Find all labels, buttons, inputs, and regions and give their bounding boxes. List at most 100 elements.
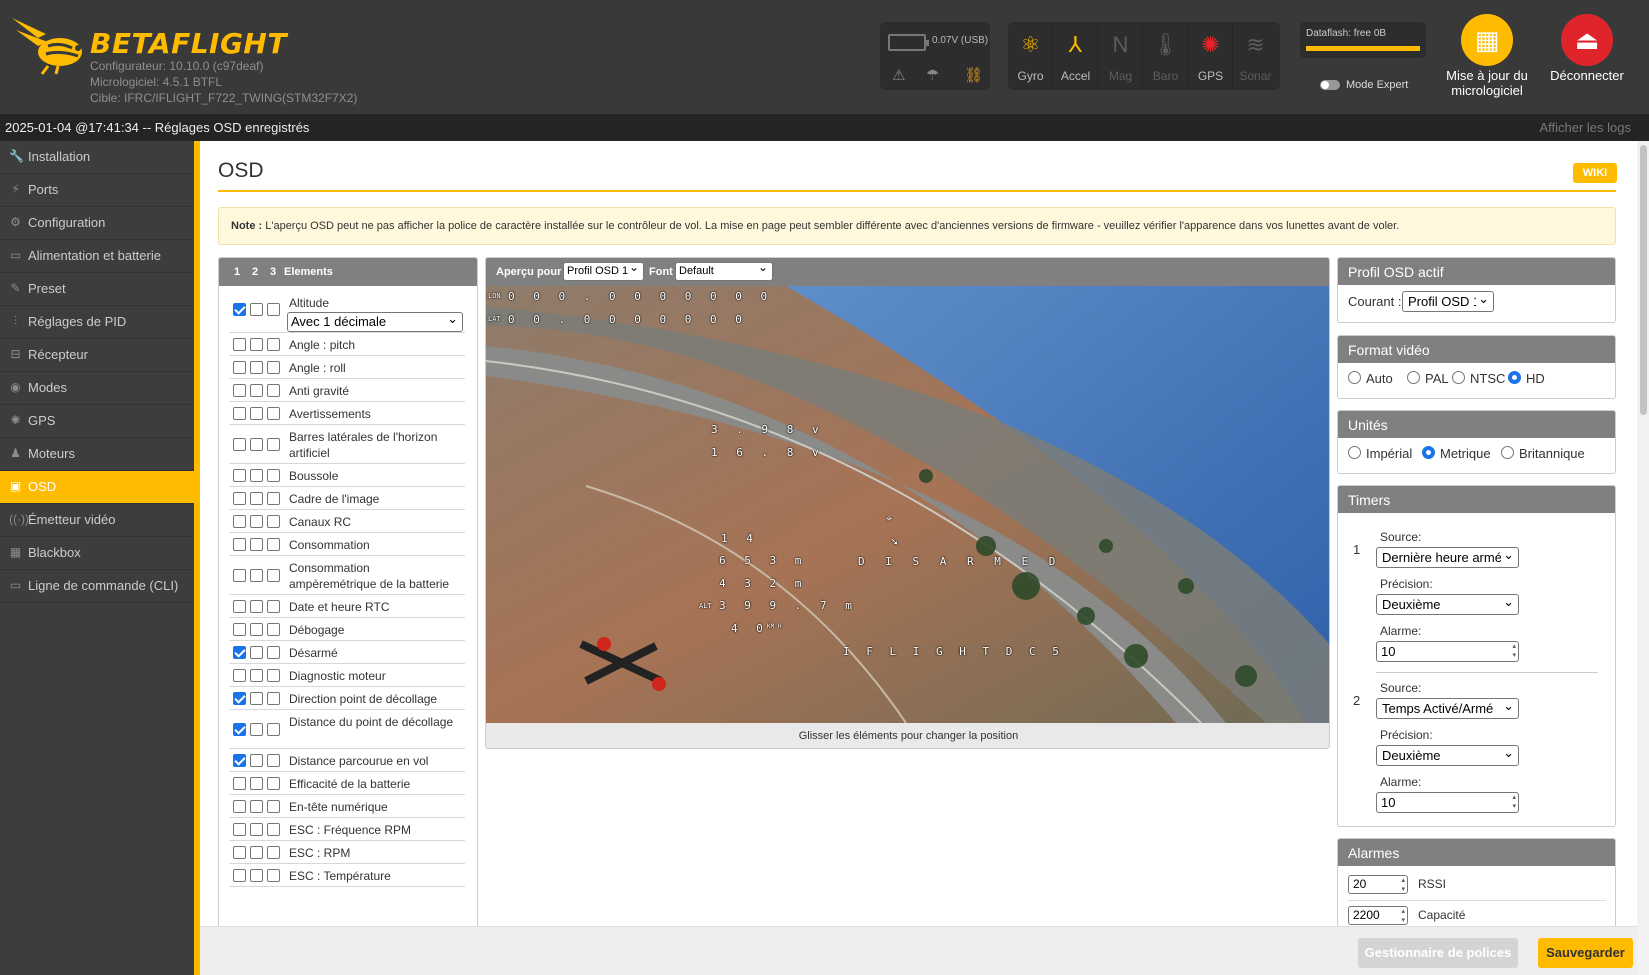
preview-profile-select[interactable]: Profil OSD 1 — [563, 259, 644, 281]
profile-2-checkbox[interactable] — [250, 361, 263, 374]
profile-1-checkbox[interactable] — [233, 384, 246, 397]
osd-crosshair-icon[interactable]: ⌖ — [886, 512, 892, 526]
profile-3-checkbox[interactable] — [267, 492, 280, 505]
firmware-flash-label[interactable]: Mise à jour du micrologiciel — [1432, 68, 1542, 98]
units-british-radio[interactable] — [1501, 446, 1514, 459]
video-format-auto-radio[interactable] — [1348, 371, 1361, 384]
profile-1-checkbox[interactable] — [233, 515, 246, 528]
font-manager-button[interactable]: Gestionnaire de polices — [1358, 938, 1518, 968]
profile-1-checkbox[interactable] — [233, 846, 246, 859]
sidebar-item-vtx[interactable]: ((·)) Émetteur vidéo — [0, 504, 196, 537]
profile-1-checkbox[interactable] — [233, 669, 246, 682]
current-profile-select[interactable]: Profil OSD 1 — [1402, 291, 1494, 312]
timer-1-source-select[interactable]: Dernière heure armée — [1376, 547, 1519, 568]
profile-1-checkbox[interactable] — [233, 361, 246, 374]
content-scrollbar-thumb[interactable] — [1640, 145, 1647, 415]
sidebar-item-pid[interactable]: ⫶ Réglages de PID — [0, 306, 196, 339]
profile-2-checkbox[interactable] — [250, 754, 263, 767]
profile-3-checkbox[interactable] — [267, 692, 280, 705]
profile-2-checkbox[interactable] — [250, 600, 263, 613]
profile-1-checkbox[interactable] — [233, 777, 246, 790]
profile-2-checkbox[interactable] — [250, 384, 263, 397]
profile-3-checkbox[interactable] — [267, 623, 280, 636]
profile-1-checkbox[interactable] — [233, 623, 246, 636]
osd-gps-sats[interactable]: 1 4 — [721, 532, 759, 545]
alarm-capacity-input[interactable]: 2200 — [1348, 906, 1408, 925]
timer-2-source-select[interactable]: Temps Activé/Armé — [1376, 698, 1519, 719]
profile-1-checkbox[interactable] — [233, 338, 246, 351]
profile-2-checkbox[interactable] — [250, 869, 263, 882]
sidebar-item-modes[interactable]: ◉ Modes — [0, 372, 196, 405]
profile-2-checkbox[interactable] — [250, 538, 263, 551]
osd-altitude[interactable]: 3 9 9 . 7 m — [719, 599, 858, 612]
timer-2-precision-select[interactable]: Deuxième — [1376, 745, 1519, 766]
sidebar-item-osd[interactable]: ▣ OSD — [0, 471, 196, 504]
sidebar-item-ports[interactable]: ⚡ Ports — [0, 174, 196, 207]
profile-2-checkbox[interactable] — [250, 723, 263, 736]
profile-1-checkbox[interactable] — [233, 600, 246, 613]
profile-2-checkbox[interactable] — [250, 469, 263, 482]
timer-1-precision-select[interactable]: Deuxième — [1376, 594, 1519, 615]
profile-3-checkbox[interactable] — [267, 754, 280, 767]
profile-2-checkbox[interactable] — [250, 777, 263, 790]
profile-2-checkbox[interactable] — [250, 303, 263, 316]
profile-1-checkbox[interactable] — [233, 823, 246, 836]
font-select[interactable]: Default — [675, 259, 773, 281]
osd-battery-voltage[interactable]: 1 6 . 8 v — [711, 446, 825, 459]
osd-speed[interactable]: 4 0 — [731, 622, 769, 635]
expert-mode-toggle[interactable] — [1320, 80, 1340, 90]
profile-3-checkbox[interactable] — [267, 777, 280, 790]
altitude-precision-select[interactable]: Avec 1 décimale — [287, 310, 463, 332]
sidebar-item-power[interactable]: ▭ Alimentation et batterie — [0, 240, 196, 273]
units-metric-radio[interactable] — [1422, 446, 1435, 459]
profile-2-checkbox[interactable] — [250, 692, 263, 705]
profile-1-checkbox[interactable] — [233, 538, 246, 551]
sidebar-item-preset[interactable]: ✎ Preset — [0, 273, 196, 306]
video-format-ntsc-radio[interactable] — [1452, 371, 1465, 384]
profile-3-checkbox[interactable] — [267, 723, 280, 736]
profile-3-checkbox[interactable] — [267, 303, 280, 316]
profile-2-checkbox[interactable] — [250, 338, 263, 351]
firmware-flash-button[interactable]: ▦ — [1461, 14, 1513, 66]
profile-3-checkbox[interactable] — [267, 338, 280, 351]
sidebar-item-installation[interactable]: 🔧 Installation — [0, 141, 196, 174]
profile-1-checkbox[interactable] — [233, 303, 246, 316]
sidebar-item-receiver[interactable]: ⊟ Récepteur — [0, 339, 196, 372]
osd-distance-flown[interactable]: 6 5 3 m — [719, 554, 807, 567]
osd-disarmed[interactable]: D I S A R M E D — [858, 555, 1062, 568]
profile-3-checkbox[interactable] — [267, 800, 280, 813]
profile-3-checkbox[interactable] — [267, 384, 280, 397]
profile-1-checkbox[interactable] — [233, 407, 246, 420]
profile-1-checkbox[interactable] — [233, 646, 246, 659]
video-format-pal-radio[interactable] — [1407, 371, 1420, 384]
profile-1-checkbox[interactable] — [233, 692, 246, 705]
sidebar-item-motors[interactable]: ♟ Moteurs — [0, 438, 196, 471]
profile-1-checkbox[interactable] — [233, 800, 246, 813]
profile-1-checkbox[interactable] — [233, 438, 246, 451]
sidebar-item-cli[interactable]: ▭ Ligne de commande (CLI) — [0, 570, 196, 603]
profile-2-checkbox[interactable] — [250, 438, 263, 451]
units-imperial-radio[interactable] — [1348, 446, 1361, 459]
profile-3-checkbox[interactable] — [267, 438, 280, 451]
sidebar-item-gps[interactable]: ✺ GPS — [0, 405, 196, 438]
osd-home-direction-arrow[interactable]: ➘ — [891, 535, 904, 548]
profile-1-checkbox[interactable] — [233, 869, 246, 882]
show-logs-link[interactable]: Afficher les logs — [1539, 120, 1631, 135]
profile-3-checkbox[interactable] — [267, 646, 280, 659]
profile-1-checkbox[interactable] — [233, 492, 246, 505]
disconnect-button[interactable]: ⏏ — [1561, 14, 1613, 66]
profile-2-checkbox[interactable] — [250, 492, 263, 505]
osd-craft-name[interactable]: I F L I G H T D C 5 — [843, 645, 1064, 658]
video-format-hd-radio[interactable] — [1508, 371, 1521, 384]
profile-1-checkbox[interactable] — [233, 569, 246, 582]
timer-2-alarm-input[interactable]: 10 — [1376, 792, 1519, 813]
sidebar-item-configuration[interactable]: ⚙ Configuration — [0, 207, 196, 240]
profile-3-checkbox[interactable] — [267, 846, 280, 859]
profile-3-checkbox[interactable] — [267, 407, 280, 420]
save-button[interactable]: Sauvegarder — [1538, 938, 1633, 968]
profile-3-checkbox[interactable] — [267, 823, 280, 836]
profile-2-checkbox[interactable] — [250, 515, 263, 528]
profile-2-checkbox[interactable] — [250, 800, 263, 813]
osd-speed-unit[interactable]: KM H — [767, 623, 781, 630]
profile-3-checkbox[interactable] — [267, 469, 280, 482]
